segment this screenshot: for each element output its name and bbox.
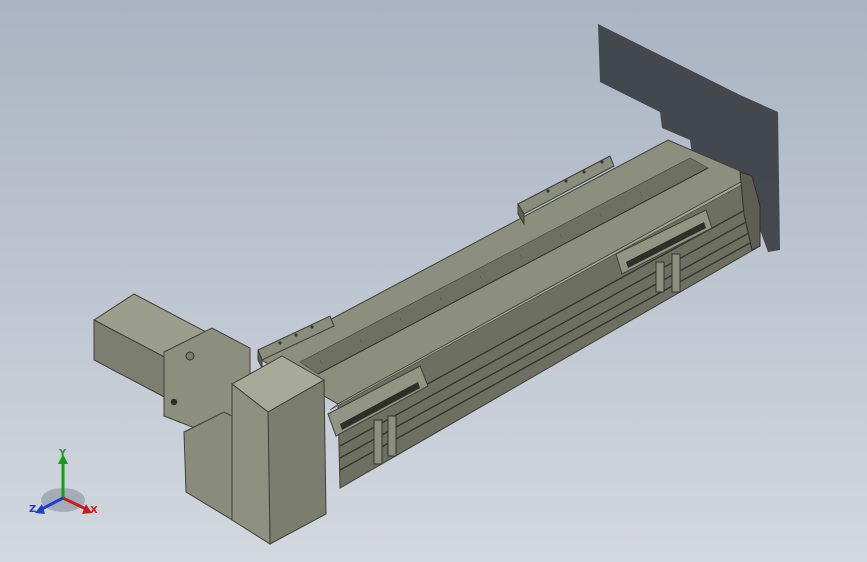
z-axis-label: Z	[29, 504, 37, 515]
flange-hole	[170, 398, 178, 406]
flange-bolt	[185, 351, 195, 361]
model-scene	[93, 24, 780, 545]
x-axis-label: X	[90, 505, 98, 516]
y-axis-label: Y	[59, 448, 67, 459]
cad-viewport[interactable]: Y X Z	[0, 0, 867, 562]
